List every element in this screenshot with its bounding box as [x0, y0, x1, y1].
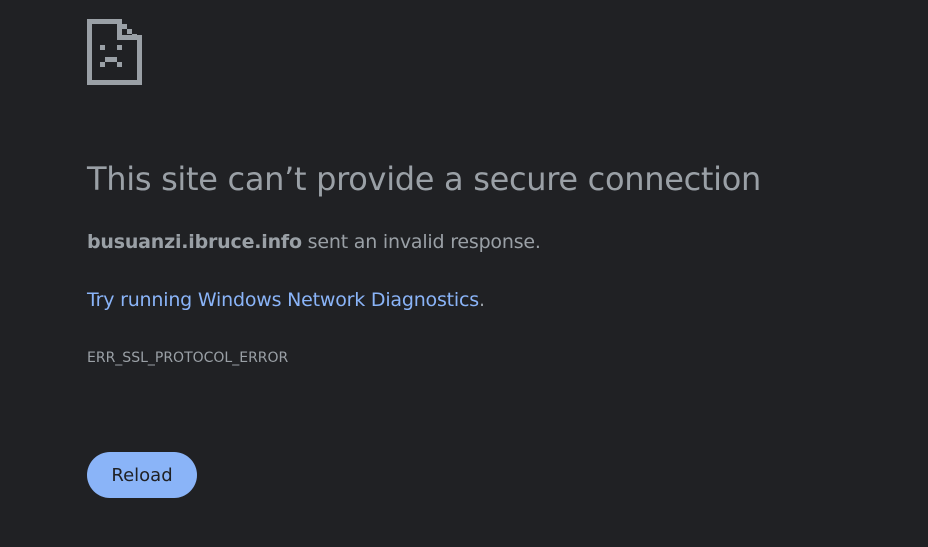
network-diagnostics-link[interactable]: Windows Network Diagnostics — [198, 289, 479, 311]
page-title: This site can’t provide a secure connect… — [87, 160, 761, 198]
suggestion-suffix: . — [478, 289, 485, 311]
error-code: ERR_SSL_PROTOCOL_ERROR — [87, 350, 289, 366]
error-summary: busuanzi.ibruce.info sent an invalid res… — [87, 228, 541, 256]
sad-page-icon — [87, 19, 142, 85]
suggestion: Try running Windows Network Diagnostics. — [87, 286, 485, 314]
host-name: busuanzi.ibruce.info — [87, 231, 302, 253]
reload-button[interactable]: Reload — [87, 452, 197, 498]
summary-text: sent an invalid response. — [301, 231, 541, 253]
suggestion-prefix-link[interactable]: Try running — [87, 289, 198, 311]
